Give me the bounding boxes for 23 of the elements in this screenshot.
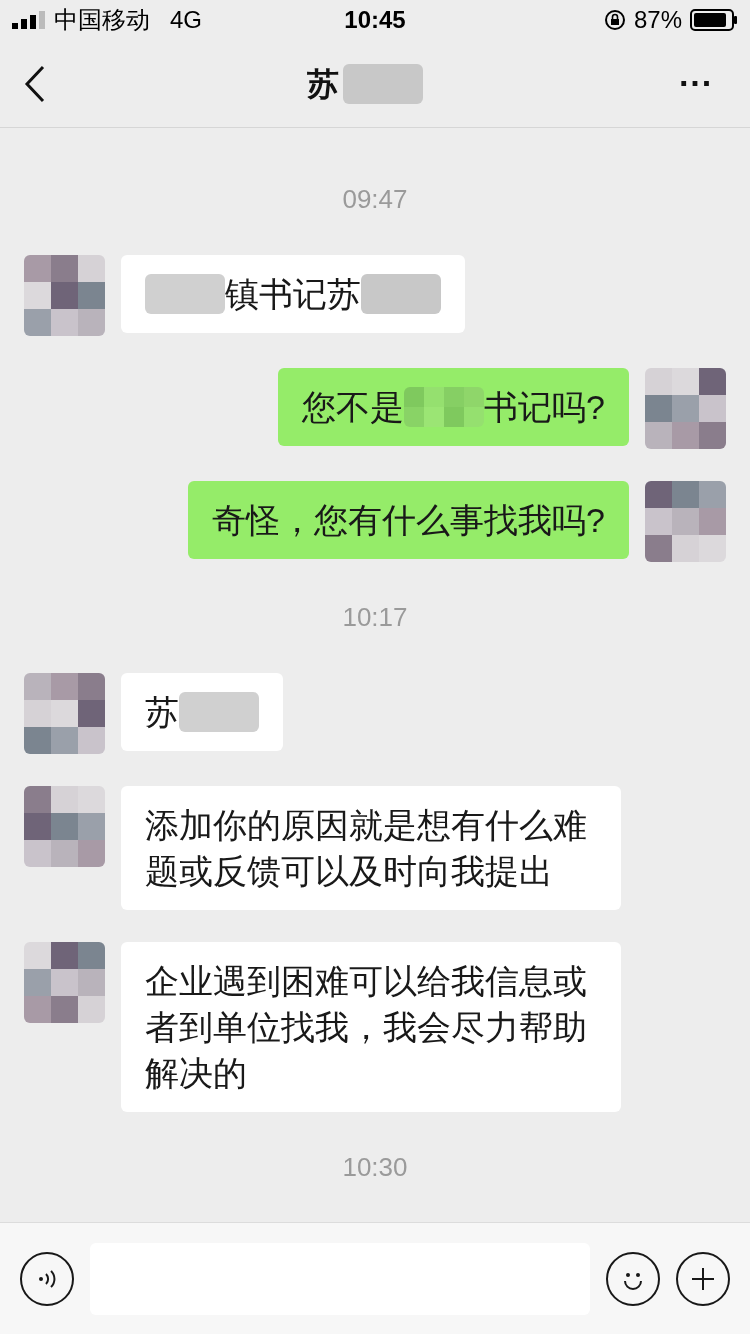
message-text: 您不是 <box>302 387 405 428</box>
clock-time: 10:45 <box>344 5 406 35</box>
rotation-lock-icon <box>603 9 626 31</box>
voice-button[interactable] <box>20 1251 74 1306</box>
plus-button[interactable] <box>676 1251 730 1306</box>
battery-percent: 87% <box>633 5 682 35</box>
message-text: 书记吗? <box>484 387 605 428</box>
message-text: 企业遇到困难可以给我信息或者到单位找我，我会尽力帮助解决的 <box>145 961 588 1094</box>
message-text: 添加你的原因就是想有什么难题或反馈可以及时向我提出 <box>145 805 588 892</box>
back-icon <box>24 64 46 103</box>
carrier-name: 中国移动 <box>54 5 150 35</box>
more-button[interactable]: ··· <box>666 58 726 109</box>
message-text: 奇怪，您有什么事找我吗? <box>212 500 605 541</box>
timestamp: 10:17 <box>342 601 408 634</box>
timestamp: 10:30 <box>342 1151 408 1184</box>
timestamp: 09:47 <box>342 183 408 216</box>
battery-icon <box>690 9 738 31</box>
signal-icon <box>12 11 46 29</box>
chat-title: 苏 <box>307 64 339 104</box>
emoji-button[interactable] <box>606 1251 660 1306</box>
network-type: 4G <box>170 5 202 35</box>
message-text: 苏 <box>145 692 179 733</box>
message-text: 镇书记苏 <box>225 274 361 315</box>
